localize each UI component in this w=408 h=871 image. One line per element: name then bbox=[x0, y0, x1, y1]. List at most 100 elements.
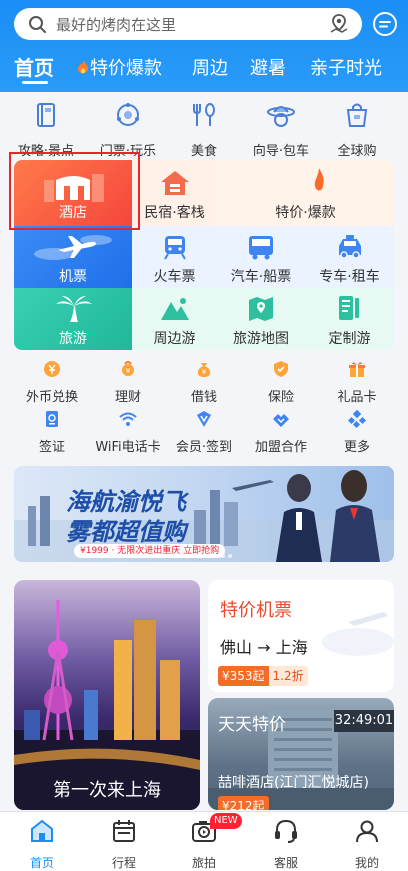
shopping-bag-icon bbox=[346, 103, 368, 127]
tab-special-deals[interactable]: 特价爆款 bbox=[76, 54, 162, 80]
active-tab-indicator bbox=[22, 81, 48, 84]
service-currency-exchange[interactable]: 外币兑换 bbox=[11, 360, 93, 405]
shanghai-feature-card[interactable]: 第一次来上海 bbox=[14, 580, 200, 810]
quick-nav-label: 向导·包车 bbox=[252, 144, 310, 159]
services-row-2: 签证 WiFi电话卡 会员·签到 加盟合作 更多 bbox=[0, 409, 408, 455]
bottom-tab-customer-service[interactable]: 客服 bbox=[245, 818, 327, 871]
grid-bus-ferry-label: 汽车·船票 bbox=[230, 269, 292, 285]
svg-text:¥: ¥ bbox=[126, 367, 131, 375]
countdown-timer: 32:49:01 bbox=[334, 710, 394, 732]
service-gift-card[interactable]: 礼品卡 bbox=[316, 360, 398, 405]
service-label: 礼品卡 bbox=[337, 390, 377, 405]
vip-icon bbox=[197, 411, 211, 427]
tab-home[interactable]: 首页 bbox=[14, 52, 54, 81]
home-icon bbox=[31, 819, 53, 842]
search-input[interactable]: 最好的烤肉在这里 bbox=[56, 14, 176, 35]
service-wifi-sim[interactable]: WiFi电话卡 bbox=[87, 410, 169, 455]
quick-nav-guide-car[interactable]: 向导·包车 bbox=[240, 100, 322, 159]
quick-nav-food[interactable]: 美食 bbox=[163, 100, 245, 159]
headset-icon bbox=[275, 819, 297, 843]
category-tabs: 首页 特价爆款 周边 避暑 亲子时光 bbox=[0, 50, 408, 86]
bottom-tab-label: 首页 bbox=[29, 856, 54, 870]
grid-flights[interactable]: 机票 bbox=[14, 226, 132, 288]
palm-tree-icon bbox=[56, 296, 92, 322]
deal-price-tag: ¥212起 bbox=[218, 796, 269, 810]
quick-nav-guide[interactable]: 攻略·景点 bbox=[5, 100, 87, 159]
service-partnership[interactable]: 加盟合作 bbox=[240, 410, 322, 455]
flight-card-heading: 特价机票 bbox=[220, 600, 292, 621]
cloud-plane-art bbox=[322, 612, 394, 656]
grid-flights-label: 机票 bbox=[59, 269, 87, 285]
travel-map-icon bbox=[249, 297, 273, 321]
user-icon bbox=[356, 820, 378, 843]
svg-text:¥: ¥ bbox=[202, 368, 207, 376]
airplane-icon bbox=[34, 235, 112, 260]
visa-icon bbox=[46, 411, 58, 427]
service-visa[interactable]: 签证 bbox=[11, 410, 93, 455]
grid-car-rental-label: 专车·租车 bbox=[319, 269, 380, 285]
daily-deal-card[interactable]: 天天特价 32:49:01 喆啡酒店(江门汇悦城店) ¥212起 bbox=[208, 698, 394, 810]
service-loan[interactable]: ¥ 借钱 bbox=[163, 360, 245, 405]
grid-bus-ferry[interactable]: 汽车·船票 bbox=[217, 226, 305, 288]
service-label: 外币兑换 bbox=[25, 390, 78, 405]
service-member-checkin[interactable]: 会员·签到 bbox=[163, 410, 245, 455]
service-insurance[interactable]: 保险 bbox=[240, 360, 322, 405]
service-label: 保险 bbox=[267, 390, 294, 405]
grid-special-deals[interactable]: 特价·爆款 bbox=[217, 160, 394, 226]
cheap-flight-card[interactable]: 特价机票 佛山 → 上海 ¥353起 1.2折 bbox=[208, 580, 394, 692]
custom-tour-icon bbox=[339, 296, 359, 320]
service-finance[interactable]: ¥ 理财 bbox=[87, 360, 169, 405]
food-icon bbox=[193, 103, 215, 126]
bottom-tab-label: 旅拍 bbox=[191, 856, 216, 870]
fire-icon bbox=[76, 59, 90, 75]
message-icon[interactable] bbox=[372, 11, 398, 37]
finance-icon: ¥ bbox=[122, 361, 134, 376]
calendar-icon bbox=[113, 820, 135, 842]
insurance-icon bbox=[274, 361, 288, 377]
service-label: 签证 bbox=[38, 440, 65, 455]
grid-custom-tours[interactable]: 定制游 bbox=[305, 288, 394, 350]
shanghai-card-title: 第一次来上海 bbox=[53, 780, 161, 801]
grid-travel-map[interactable]: 旅游地图 bbox=[217, 288, 305, 350]
service-label: WiFi电话卡 bbox=[95, 440, 161, 455]
grid-train[interactable]: 火车票 bbox=[132, 226, 217, 288]
guide-hat-icon bbox=[267, 106, 295, 127]
tab-summer[interactable]: 避暑 bbox=[250, 54, 286, 80]
grid-car-rental[interactable]: 专车·租车 bbox=[305, 226, 394, 288]
quick-nav-tickets[interactable]: 门票·玩乐 bbox=[87, 100, 169, 159]
tab-special-deals-label: 特价爆款 bbox=[90, 58, 162, 79]
more-icon bbox=[347, 409, 367, 429]
quick-nav-label: 全球购 bbox=[337, 144, 377, 159]
service-label: 加盟合作 bbox=[254, 440, 307, 455]
top-header: 最好的烤肉在这里 首页 特价爆款 周边 避暑 亲子时光 bbox=[0, 0, 408, 92]
promo-banner[interactable]: 海航渝悦飞 雾都超值购 ¥1999 · 无限次进出重庆 立即抢购 bbox=[14, 466, 394, 562]
service-more[interactable]: 更多 bbox=[316, 409, 398, 455]
tab-family[interactable]: 亲子时光 bbox=[310, 54, 382, 80]
grid-tours[interactable]: 旅游 bbox=[14, 288, 132, 350]
banner-headline-2: 雾都超值购 bbox=[66, 518, 186, 546]
bottom-tab-itinerary[interactable]: 行程 bbox=[83, 818, 165, 871]
flight-discount: 1.2折 bbox=[268, 666, 308, 686]
search-bar[interactable]: 最好的烤肉在这里 bbox=[14, 8, 362, 40]
car-icon bbox=[339, 235, 361, 259]
grid-custom-tours-label: 定制游 bbox=[328, 331, 371, 347]
service-label: 会员·签到 bbox=[175, 440, 233, 455]
services-row-1: 外币兑换 ¥ 理财 ¥ 借钱 保险 礼品卡 bbox=[0, 360, 408, 405]
bottom-tab-profile[interactable]: 我的 bbox=[326, 818, 408, 871]
grid-homestay-label: 民宿·客栈 bbox=[144, 205, 205, 221]
service-label: 理财 bbox=[114, 390, 141, 405]
bottom-tab-home[interactable]: 首页 bbox=[1, 818, 83, 871]
wifi-icon bbox=[119, 412, 137, 426]
grid-nearby-trips-label: 周边游 bbox=[153, 331, 196, 347]
handshake-icon bbox=[273, 414, 289, 427]
banner-pagination-dots bbox=[186, 554, 232, 558]
grid-homestay[interactable]: 民宿·客栈 bbox=[132, 160, 217, 226]
grid-nearby-trips[interactable]: 周边游 bbox=[132, 288, 217, 350]
bus-icon bbox=[249, 236, 273, 260]
tab-nearby[interactable]: 周边 bbox=[192, 54, 228, 80]
map-location-icon[interactable] bbox=[328, 13, 350, 35]
bottom-tab-label: 客服 bbox=[273, 856, 298, 870]
grid-travel-map-label: 旅游地图 bbox=[233, 331, 289, 347]
homestay-house-icon bbox=[161, 171, 189, 195]
quick-nav-global-shop[interactable]: 全球购 bbox=[316, 100, 398, 159]
